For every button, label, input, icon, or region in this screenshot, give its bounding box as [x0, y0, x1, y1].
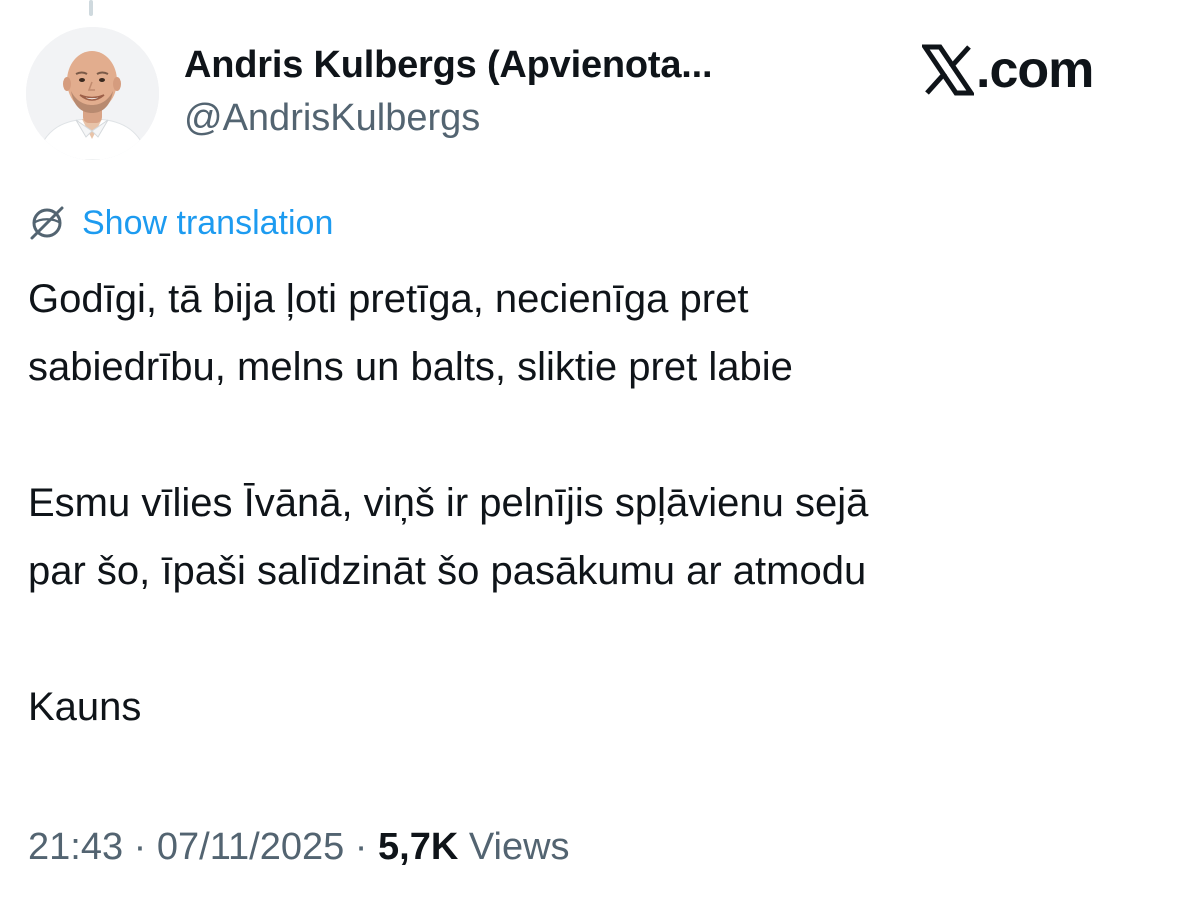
- show-translation-label[interactable]: Show translation: [82, 204, 333, 243]
- tweet-text-line: Esmu vīlies Īvānā, viņš ir pelnījis spļā…: [28, 481, 869, 525]
- x-logo-icon: [922, 44, 974, 96]
- views-count[interactable]: 5,7K: [378, 826, 458, 868]
- show-translation-button[interactable]: Show translation: [28, 200, 333, 246]
- x-brand-watermark: .com: [922, 40, 1094, 100]
- author-handle[interactable]: @AndrisKulbergs: [184, 97, 480, 140]
- tweet-text-line: par šo, īpaši salīdzināt šo pasākumu ar …: [28, 549, 867, 593]
- tweet-text-line: Godīgi, tā bija ļoti pretīga, necienīga …: [28, 277, 749, 321]
- tweet-body: Godīgi, tā bija ļoti pretīga, necienīga …: [28, 265, 1158, 741]
- brand-domain-text: .com: [976, 41, 1094, 99]
- tweet-text-line: sabiedrību, melns un balts, sliktie pret…: [28, 345, 793, 389]
- globe-icon: [30, 206, 64, 240]
- avatar[interactable]: [26, 27, 159, 160]
- tweet-text-line: Kauns: [28, 685, 142, 729]
- views-label: Views: [458, 826, 570, 868]
- tweet-metadata: 21:43 · 07/11/2025 · 5,7K Views: [28, 826, 570, 869]
- author-display-name[interactable]: Andris Kulbergs (Apvienota...: [184, 44, 713, 87]
- meta-separator: ·: [344, 826, 379, 868]
- tweet-time[interactable]: 21:43: [28, 826, 123, 868]
- avatar-photo-icon: [26, 27, 159, 160]
- tweet-date[interactable]: 07/11/2025: [157, 826, 344, 868]
- meta-separator: ·: [123, 826, 157, 868]
- thread-connector-line: [89, 0, 93, 16]
